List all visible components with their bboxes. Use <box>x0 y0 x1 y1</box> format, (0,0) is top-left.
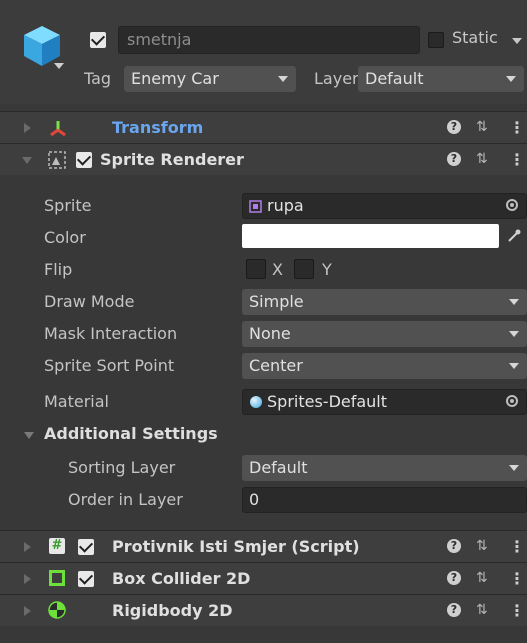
help-icon[interactable]: ? <box>447 603 461 617</box>
presets-icon[interactable]: ⇅ <box>476 538 488 554</box>
chevron-down-icon <box>509 465 519 471</box>
foldout-arrow-icon[interactable] <box>24 542 31 552</box>
sprite-value: rupa <box>267 196 304 215</box>
sorting-layer-value: Default <box>249 458 308 477</box>
script-title[interactable]: Protivnik Isti Smjer (Script) <box>112 537 360 556</box>
material-field[interactable]: Sprites-Default <box>242 389 527 415</box>
icon-dropdown-arrow[interactable] <box>54 63 64 69</box>
foldout-arrow-icon[interactable] <box>22 157 32 164</box>
chevron-down-icon <box>278 76 288 82</box>
flip-y-checkbox[interactable] <box>294 259 314 279</box>
chevron-down-icon <box>509 363 519 369</box>
inspector-footer <box>0 626 527 643</box>
kebab-menu-icon[interactable]: ⋮ <box>509 601 525 620</box>
kebab-menu-icon[interactable]: ⋮ <box>509 118 525 137</box>
chevron-down-icon <box>509 331 519 337</box>
box-collider-title[interactable]: Box Collider 2D <box>112 569 250 588</box>
draw-mode-label: Draw Mode <box>44 292 135 311</box>
eyedropper-icon[interactable] <box>506 228 522 244</box>
help-icon[interactable]: ? <box>447 539 461 553</box>
draw-mode-dropdown[interactable]: Simple <box>242 289 527 315</box>
order-in-layer-label: Order in Layer <box>68 490 183 509</box>
tag-value: Enemy Car <box>131 69 219 88</box>
flip-y-label: Y <box>322 260 332 279</box>
sprite-asset-icon <box>249 200 262 213</box>
foldout-arrow-icon[interactable] <box>24 123 31 133</box>
script-component-header[interactable]: # Protivnik Isti Smjer (Script) ? ⇅ ⋮ <box>0 530 527 562</box>
color-label: Color <box>44 228 86 247</box>
material-sphere-icon <box>250 396 262 408</box>
sprite-renderer-title[interactable]: Sprite Renderer <box>100 150 244 169</box>
kebab-menu-icon[interactable]: ⋮ <box>509 150 525 169</box>
sprite-renderer-enabled-checkbox[interactable] <box>76 152 92 168</box>
gameobject-cube-icon <box>24 26 60 66</box>
tag-dropdown[interactable]: Enemy Car <box>124 66 296 92</box>
active-checkbox[interactable] <box>90 32 106 48</box>
sprite-sort-point-dropdown[interactable]: Center <box>242 353 527 379</box>
tag-label: Tag <box>84 69 112 88</box>
static-dropdown-arrow[interactable] <box>512 38 522 44</box>
presets-icon[interactable]: ⇅ <box>476 151 488 167</box>
sprite-field[interactable]: rupa <box>242 193 527 219</box>
kebab-menu-icon[interactable]: ⋮ <box>509 569 525 588</box>
mask-interaction-dropdown[interactable]: None <box>242 321 527 347</box>
presets-icon[interactable]: ⇅ <box>476 602 488 618</box>
draw-mode-value: Simple <box>249 292 304 311</box>
help-icon[interactable]: ? <box>447 120 461 134</box>
help-icon[interactable]: ? <box>447 152 461 166</box>
box-collider-enabled-checkbox[interactable] <box>78 571 94 587</box>
chevron-down-icon <box>509 299 519 305</box>
additional-settings-foldout-icon[interactable] <box>24 432 34 439</box>
presets-icon[interactable]: ⇅ <box>476 119 488 135</box>
rigidbody-title[interactable]: Rigidbody 2D <box>112 601 233 620</box>
rigidbody-icon <box>48 601 66 619</box>
additional-settings-label[interactable]: Additional Settings <box>44 424 218 443</box>
transform-component-header[interactable]: Transform ? ⇅ ⋮ <box>0 111 527 143</box>
sorting-layer-label: Sorting Layer <box>68 458 176 477</box>
sprite-renderer-component-header[interactable]: Sprite Renderer ? ⇅ ⋮ <box>0 143 527 175</box>
mask-interaction-label: Mask Interaction <box>44 324 178 343</box>
box-collider-component-header[interactable]: Box Collider 2D ? ⇅ ⋮ <box>0 562 527 594</box>
order-in-layer-field[interactable]: 0 <box>242 487 527 513</box>
material-value: Sprites-Default <box>267 392 388 411</box>
kebab-menu-icon[interactable]: ⋮ <box>509 537 525 556</box>
transform-axes-icon <box>50 121 66 137</box>
sprite-renderer-icon <box>48 151 66 169</box>
sorting-layer-dropdown[interactable]: Default <box>242 455 527 481</box>
material-label: Material <box>44 392 109 411</box>
transform-title[interactable]: Transform <box>112 118 203 137</box>
script-hash-icon: # <box>49 538 65 554</box>
foldout-arrow-icon[interactable] <box>24 606 31 616</box>
flip-x-checkbox[interactable] <box>246 259 266 279</box>
name-field[interactable]: smetnja <box>118 26 420 54</box>
flip-x-label: X <box>272 260 283 279</box>
mask-interaction-value: None <box>249 324 291 343</box>
chevron-down-icon <box>506 76 516 82</box>
box-collider-icon <box>49 570 65 586</box>
layer-dropdown[interactable]: Default <box>358 66 524 92</box>
object-picker-icon[interactable] <box>506 395 518 407</box>
presets-icon[interactable]: ⇅ <box>476 570 488 586</box>
layer-value: Default <box>365 69 424 88</box>
script-enabled-checkbox[interactable] <box>78 539 94 555</box>
color-swatch[interactable] <box>242 224 499 248</box>
sprite-sort-point-label: Sprite Sort Point <box>44 356 175 375</box>
foldout-arrow-icon[interactable] <box>24 574 31 584</box>
flip-label: Flip <box>44 260 73 279</box>
rigidbody-component-header[interactable]: Rigidbody 2D ? ⇅ ⋮ <box>0 594 527 626</box>
layer-label: Layer <box>314 69 359 88</box>
help-icon[interactable]: ? <box>447 571 461 585</box>
static-label[interactable]: Static <box>452 28 498 47</box>
sprite-label: Sprite <box>44 196 92 215</box>
object-picker-icon[interactable] <box>506 199 518 211</box>
sprite-sort-point-value: Center <box>249 356 303 375</box>
static-checkbox[interactable] <box>428 32 444 48</box>
